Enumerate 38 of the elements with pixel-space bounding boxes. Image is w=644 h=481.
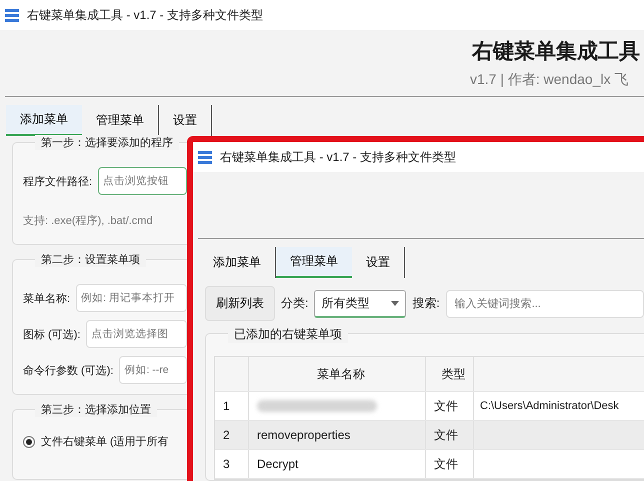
tab[interactable]: 管理菜单 [276, 247, 352, 278]
menu-icon [198, 150, 212, 164]
table-cell: 文件 [425, 450, 473, 478]
input-field[interactable]: 点击浏览按钮 [98, 167, 187, 195]
column-header: 类型 [425, 357, 473, 391]
group-title: 第三步：选择添加位置 [35, 402, 157, 417]
row-number: 1 [222, 399, 231, 413]
group-title: 第一步：选择要添加的程序 [35, 135, 179, 150]
column-header: 菜单名称 [248, 357, 425, 391]
row-number: 2 [222, 428, 231, 442]
caret-icon [391, 300, 400, 306]
app-subtitle: v1.7 | 作者: wendao_lx 飞 [470, 71, 628, 89]
category-dropdown[interactable]: 所有类型 [314, 290, 406, 318]
field-label: 程序文件路径: [23, 174, 92, 188]
table-cell: 文件 [425, 421, 473, 449]
category-label: 分类: [281, 295, 308, 312]
support-note: 支持: .exe(程序), .bat/.cmd [23, 214, 154, 229]
search-label: 搜索: [412, 295, 440, 312]
app-title: 右键菜单集成工具 [472, 39, 640, 65]
field-label: 命令行参数 (可选): [23, 364, 114, 378]
group-title: 第二步：设置菜单项 [35, 252, 146, 267]
window-title: 右键菜单集成工具 - v1.7 - 支持多种文件类型 [27, 6, 264, 24]
menu-icon [5, 8, 19, 22]
table-cell: 文件 [425, 392, 473, 420]
tab[interactable]: 添加菜单 [6, 105, 82, 136]
refresh-button[interactable]: 刷新列表 [205, 286, 275, 321]
field-label: 菜单名称: [23, 292, 70, 306]
row-number: 3 [222, 457, 231, 471]
radio-label: 文件右键菜单 (适用于所有 [41, 434, 169, 449]
window-title: 右键菜单集成工具 - v1.7 - 支持多种文件类型 [220, 148, 456, 166]
tab[interactable]: 设置 [352, 247, 405, 278]
field-label: 图标 (可选): [23, 328, 80, 342]
table-cell: Decrypt [257, 457, 298, 471]
radio-button[interactable] [23, 436, 35, 448]
table-cell: C:\Users\Administrator\Desk [480, 400, 619, 412]
search-field[interactable]: 输入关键词搜索... [446, 290, 644, 318]
group-title: 已添加的右键菜单项 [228, 326, 348, 343]
table-cell: removeproperties [257, 428, 350, 442]
